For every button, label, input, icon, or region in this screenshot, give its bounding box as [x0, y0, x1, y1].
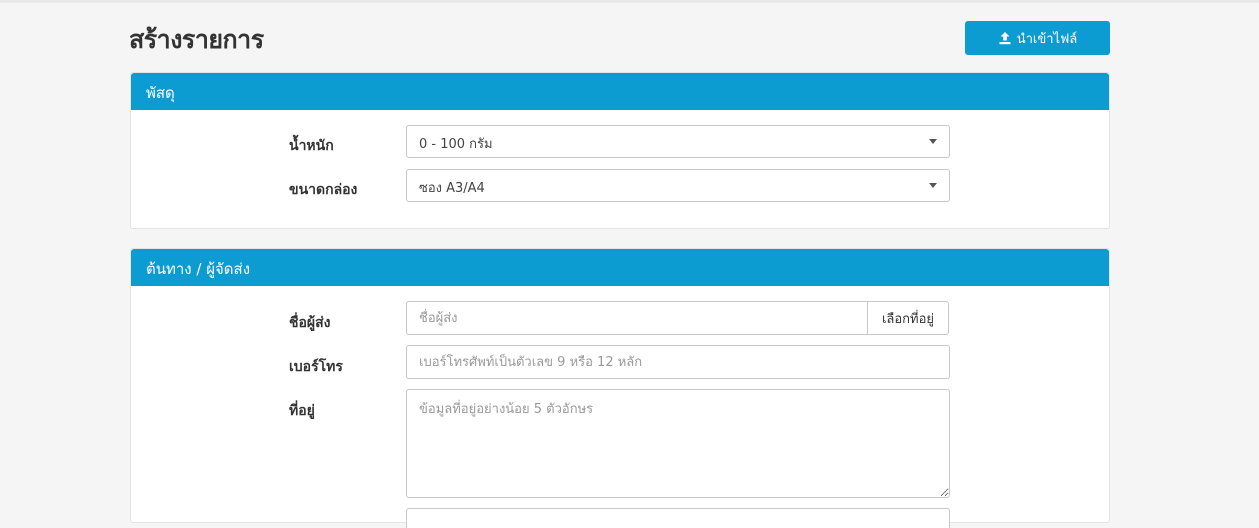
parcel-panel-header: พัสดุ: [131, 73, 1109, 110]
address-label: ที่อยู่: [289, 403, 315, 419]
next-field-partial[interactable]: [406, 508, 950, 528]
parcel-panel: พัสดุ น้ำหนัก 0 - 100 กรัม ขนาดกล่อง ซอง…: [130, 72, 1110, 229]
address-textarea[interactable]: [406, 389, 950, 498]
sender-name-label: ชื่อผู้ส่ง: [289, 315, 331, 331]
origin-panel: ต้นทาง / ผู้จัดส่ง ชื่อผู้ส่ง เลือกที่อย…: [130, 248, 1110, 528]
chevron-down-icon: [929, 183, 937, 188]
choose-address-button[interactable]: เลือกที่อยู่: [867, 301, 949, 335]
import-file-button[interactable]: นำเข้าไฟล์: [965, 21, 1110, 55]
sender-name-input[interactable]: [406, 301, 868, 335]
phone-input[interactable]: [406, 345, 950, 379]
box-size-select[interactable]: ซอง A3/A4: [406, 169, 950, 202]
top-border: [0, 0, 1259, 3]
weight-selected-value: 0 - 100 กรัม: [419, 137, 493, 152]
phone-label: เบอร์โทร: [289, 359, 343, 375]
box-size-selected-value: ซอง A3/A4: [419, 181, 485, 196]
weight-select[interactable]: 0 - 100 กรัม: [406, 125, 950, 158]
weight-label: น้ำหนัก: [289, 138, 334, 154]
page-title: สร้างรายการ: [129, 25, 264, 54]
chevron-down-icon: [929, 139, 937, 144]
import-file-label: นำเข้าไฟล์: [1016, 31, 1078, 47]
box-size-label: ขนาดกล่อง: [289, 182, 358, 198]
origin-panel-header: ต้นทาง / ผู้จัดส่ง: [131, 249, 1109, 286]
upload-icon: [999, 32, 1011, 45]
